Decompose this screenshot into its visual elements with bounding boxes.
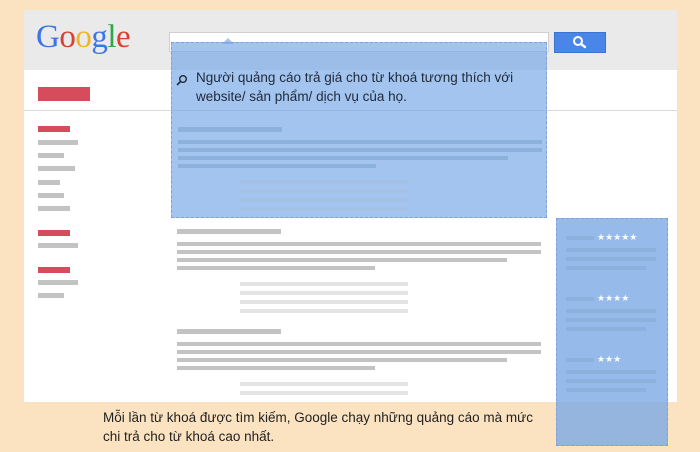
result-sitelink[interactable] xyxy=(240,291,408,295)
result-snippet-line xyxy=(177,350,541,354)
rating-stars: ★★★ xyxy=(597,354,622,364)
rating-stars: ★★★★★ xyxy=(597,232,638,242)
side-ad-title[interactable] xyxy=(566,236,594,240)
side-ad-line xyxy=(566,370,656,374)
ad-sitelink[interactable] xyxy=(240,198,408,202)
side-ad-title[interactable] xyxy=(566,297,594,301)
ad-sitelink[interactable] xyxy=(240,189,408,193)
result-snippet-line xyxy=(177,342,541,346)
result-title[interactable] xyxy=(177,329,281,334)
side-ad-line xyxy=(566,327,646,331)
sidebar-item[interactable] xyxy=(38,140,78,145)
sidebar-item[interactable] xyxy=(38,166,75,171)
result-snippet-line xyxy=(177,242,541,246)
ad-sitelink[interactable] xyxy=(240,180,408,184)
result-snippet-line xyxy=(177,250,541,254)
ad-snippet-line xyxy=(178,164,376,168)
result-snippet-line xyxy=(177,266,375,270)
sidebar-item[interactable] xyxy=(38,193,64,198)
ad-snippet-line xyxy=(178,156,508,160)
side-ad-line xyxy=(566,266,646,270)
logo-letter: e xyxy=(116,19,131,55)
result-sitelink[interactable] xyxy=(240,382,408,386)
google-logo[interactable]: Google xyxy=(36,19,131,56)
sidebar-item[interactable] xyxy=(38,206,70,211)
side-ad-line xyxy=(566,248,656,252)
result-snippet-line xyxy=(177,258,507,262)
logo-letter: o xyxy=(59,19,76,55)
top-ads-explanation: Người quảng cáo trả giá cho từ khoá tươn… xyxy=(196,70,514,104)
result-sitelink[interactable] xyxy=(240,391,408,395)
logo-letter: G xyxy=(36,19,60,55)
sidebar-item[interactable] xyxy=(38,153,64,158)
search-icon xyxy=(573,36,587,49)
side-ad-line xyxy=(566,309,656,313)
result-sitelink[interactable] xyxy=(240,282,408,286)
side-ad-line xyxy=(566,388,646,392)
side-ad-line xyxy=(566,379,656,383)
side-ad-title[interactable] xyxy=(566,358,594,362)
ad-sitelink[interactable] xyxy=(240,207,408,211)
toolbar-red-button[interactable] xyxy=(38,87,90,101)
sidebar-item[interactable] xyxy=(38,243,78,248)
caption-text: Mỗi lần từ khoá được tìm kiếm, Google ch… xyxy=(103,410,533,444)
sidebar-item-red[interactable] xyxy=(38,230,70,236)
result-snippet-line xyxy=(177,358,507,362)
rating-stars: ★★★★ xyxy=(597,293,630,303)
sidebar-item-red[interactable] xyxy=(38,267,70,273)
result-snippet-line xyxy=(177,366,375,370)
side-ad-line xyxy=(566,318,656,322)
ad-title[interactable] xyxy=(178,127,282,132)
sidebar-item[interactable] xyxy=(38,180,60,185)
result-sitelink[interactable] xyxy=(240,300,408,304)
side-ad-line xyxy=(566,257,656,261)
result-title[interactable] xyxy=(177,229,281,234)
sidebar-item[interactable] xyxy=(38,280,78,285)
sidebar-item-red[interactable] xyxy=(38,126,70,132)
sidebar-item[interactable] xyxy=(38,293,64,298)
side-ads-highlight: ★★★★★ ★★★★ ★★★ xyxy=(556,218,668,446)
logo-letter: o xyxy=(75,19,92,55)
result-sitelink[interactable] xyxy=(240,309,408,313)
magnifier-icon xyxy=(176,75,187,86)
ad-snippet-line xyxy=(178,148,542,152)
logo-letter: g xyxy=(91,19,108,55)
ad-snippet-line xyxy=(178,140,542,144)
logo-letter: l xyxy=(107,19,117,55)
search-button[interactable] xyxy=(554,32,606,53)
